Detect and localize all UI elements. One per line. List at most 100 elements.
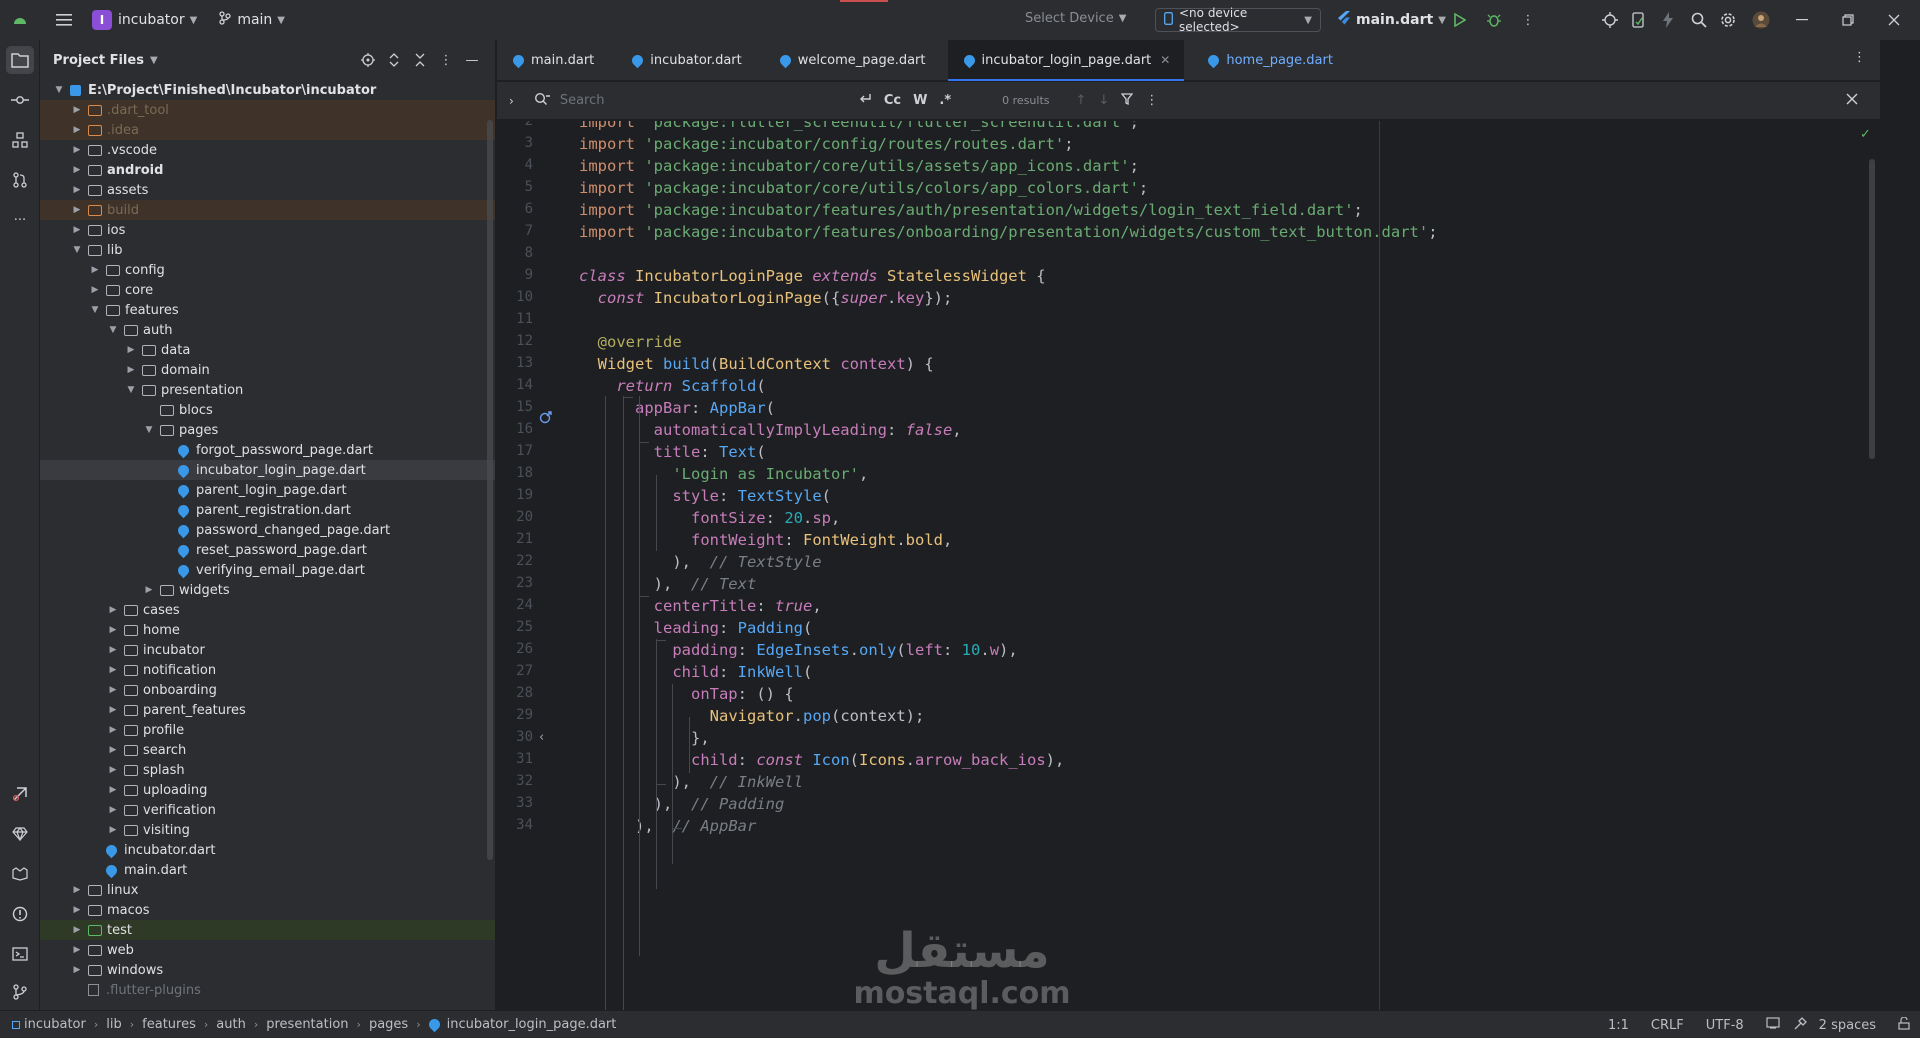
code-line[interactable]: onTap: () {: [579, 683, 794, 705]
minimize-icon[interactable]: [1788, 6, 1816, 34]
file-tree-folder[interactable]: ▶ domain: [40, 360, 495, 380]
file-tree-folder[interactable]: ▶ windows: [40, 960, 495, 980]
file-tree-folder[interactable]: ▼ presentation: [40, 380, 495, 400]
code-line[interactable]: ), // InkWell: [579, 771, 803, 793]
chevron-down-icon[interactable]: ▼: [70, 245, 84, 255]
collapse-all-icon[interactable]: [407, 48, 433, 72]
code-line[interactable]: fontSize: 20.sp,: [579, 507, 840, 529]
lock-icon[interactable]: [1898, 1015, 1910, 1034]
code-line[interactable]: },: [579, 727, 710, 749]
code-line[interactable]: import 'package:incubator/core/utils/ass…: [579, 155, 1139, 177]
filter-icon[interactable]: [1120, 92, 1134, 109]
structure-icon[interactable]: [6, 126, 34, 154]
file-tree-folder[interactable]: ▶ config: [40, 260, 495, 280]
file-tree-folder[interactable]: ▶ .dart_tool: [40, 100, 495, 120]
code-line[interactable]: title: Text(: [579, 441, 766, 463]
find-options-icon[interactable]: ⋮: [1145, 93, 1158, 108]
code-line[interactable]: child: InkWell(: [579, 661, 812, 683]
select-device-dropdown[interactable]: Select Device ▼: [1025, 11, 1126, 26]
project-folder-icon[interactable]: [6, 46, 34, 74]
readonly-toggle-icon[interactable]: [1766, 1017, 1780, 1033]
run-icon[interactable]: [1446, 6, 1474, 34]
terminal-icon[interactable]: [6, 940, 34, 968]
file-tree-folder[interactable]: ▶ uploading: [40, 780, 495, 800]
flutter-inspector-icon[interactable]: [6, 860, 34, 888]
hot-reload-icon[interactable]: [1654, 6, 1682, 34]
settings-gear-icon[interactable]: [1714, 6, 1742, 34]
options-icon[interactable]: ⋮: [433, 48, 459, 72]
chevron-right-icon[interactable]: ▶: [70, 205, 84, 215]
file-tree-file[interactable]: forgot_password_page.dart: [40, 440, 495, 460]
chevron-down-icon[interactable]: ▼: [52, 85, 66, 95]
chevron-right-icon[interactable]: ▶: [88, 265, 102, 275]
search-icon[interactable]: [1685, 6, 1713, 34]
more-actions-icon[interactable]: ⋮: [1514, 6, 1542, 34]
editor-tab[interactable]: incubator_login_page.dart ✕: [947, 40, 1185, 81]
file-tree-folder[interactable]: ▶ incubator: [40, 640, 495, 660]
chevron-right-icon[interactable]: ▶: [124, 345, 138, 355]
new-line-icon[interactable]: [858, 93, 872, 109]
breadcrumb-item[interactable]: presentation: [266, 1017, 348, 1032]
chevron-right-icon[interactable]: ▶: [70, 225, 84, 235]
editor-tab[interactable]: incubator.dart: [616, 40, 755, 80]
file-tree-folder[interactable]: ▶ profile: [40, 720, 495, 740]
chevron-down-icon[interactable]: ▼: [124, 385, 138, 395]
previous-occurrence-icon[interactable]: ↑: [1076, 93, 1087, 108]
find-input[interactable]: [559, 93, 850, 108]
chevron-right-icon[interactable]: ▶: [70, 185, 84, 195]
chevron-right-icon[interactable]: ▶: [106, 725, 120, 735]
code-line[interactable]: leading: Padding(: [579, 617, 813, 639]
project-selector[interactable]: I incubator ▼: [92, 10, 197, 30]
file-tree-file[interactable]: incubator.dart: [40, 840, 495, 860]
chevron-right-icon[interactable]: ▶: [70, 105, 84, 115]
file-tree-file[interactable]: main.dart: [40, 860, 495, 880]
more-tools-icon[interactable]: ···: [6, 206, 34, 234]
fold-marker-icon[interactable]: ‹: [539, 730, 544, 745]
chevron-right-icon[interactable]: ▶: [70, 905, 84, 915]
device-mirror-icon[interactable]: [1624, 6, 1652, 34]
close-find-icon[interactable]: [1846, 93, 1858, 109]
file-tree-folder[interactable]: ▶ web: [40, 940, 495, 960]
file-tree-folder[interactable]: ▶ parent_features: [40, 700, 495, 720]
chevron-right-icon[interactable]: ▶: [106, 765, 120, 775]
match-case-toggle[interactable]: Cc: [884, 93, 901, 108]
code-style-icon[interactable]: [1794, 1016, 1807, 1034]
pull-requests-icon[interactable]: [6, 166, 34, 194]
file-tree-folder[interactable]: ▶ .vscode: [40, 140, 495, 160]
whole-word-toggle[interactable]: W: [913, 93, 927, 108]
chevron-right-icon[interactable]: ▶: [106, 785, 120, 795]
expand-all-icon[interactable]: [381, 48, 407, 72]
file-tree-folder[interactable]: ▼ pages: [40, 420, 495, 440]
breadcrumb-item[interactable]: incubator: [24, 1017, 86, 1032]
override-marker-icon[interactable]: [539, 410, 553, 428]
restore-icon[interactable]: [1834, 6, 1862, 34]
chevron-right-icon[interactable]: ▶: [124, 365, 138, 375]
code-line[interactable]: padding: EdgeInsets.only(left: 10.w),: [579, 639, 1017, 661]
file-tree-folder[interactable]: ▶ widgets: [40, 580, 495, 600]
debug-icon[interactable]: [1480, 6, 1508, 34]
code-line[interactable]: class IncubatorLoginPage extends Statele…: [579, 265, 1046, 287]
chevron-right-icon[interactable]: ▶: [106, 805, 120, 815]
file-tree-folder[interactable]: ▶ onboarding: [40, 680, 495, 700]
code-line[interactable]: style: TextStyle(: [579, 485, 831, 507]
chevron-down-icon[interactable]: ▼: [88, 305, 102, 315]
chevron-right-icon[interactable]: ›: [509, 94, 514, 108]
close-tab-icon[interactable]: ✕: [1160, 53, 1170, 67]
file-tree-folder[interactable]: ▶ visiting: [40, 820, 495, 840]
breadcrumb-item[interactable]: lib: [106, 1017, 121, 1032]
editor-tab[interactable]: welcome_page.dart: [764, 40, 940, 80]
chevron-right-icon[interactable]: ▶: [70, 945, 84, 955]
file-tree-file[interactable]: verifying_email_page.dart: [40, 560, 495, 580]
chevron-down-icon[interactable]: ▼: [142, 425, 156, 435]
file-tree-folder[interactable]: ▶ verification: [40, 800, 495, 820]
locate-file-icon[interactable]: [355, 48, 381, 72]
commit-icon[interactable]: [6, 86, 34, 114]
file-tree-folder[interactable]: ▼ lib: [40, 240, 495, 260]
file-tree-file[interactable]: parent_login_page.dart: [40, 480, 495, 500]
version-control-icon[interactable]: [6, 978, 34, 1006]
code-line[interactable]: ), // TextStyle: [579, 551, 821, 573]
chevron-right-icon[interactable]: ▶: [106, 645, 120, 655]
code-line[interactable]: automaticallyImplyLeading: false,: [579, 419, 962, 441]
file-tree-folder[interactable]: ▼ features: [40, 300, 495, 320]
chevron-down-icon[interactable]: ▼: [106, 325, 120, 335]
